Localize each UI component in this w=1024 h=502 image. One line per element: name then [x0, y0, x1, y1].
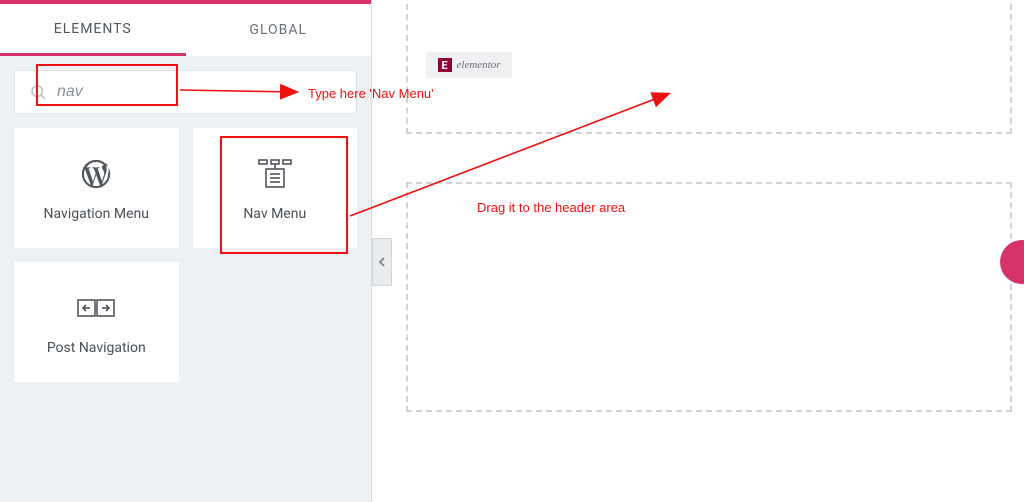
panel-collapse-button[interactable] — [372, 238, 392, 286]
widget-post-navigation[interactable]: Post Navigation — [14, 262, 179, 382]
annotation-text-drag: Drag it to the header area — [477, 200, 625, 215]
widget-label: Post Navigation — [47, 340, 146, 356]
elements-panel: ELEMENTS GLOBAL Navigation Menu — [0, 0, 372, 502]
elementor-logo-text: elementor — [457, 59, 501, 71]
widget-label: Nav Menu — [243, 206, 306, 222]
search-icon — [29, 83, 47, 101]
annotation-text-type: Type here 'Nav Menu' — [308, 86, 434, 101]
widget-navigation-menu[interactable]: Navigation Menu — [14, 128, 179, 248]
wordpress-icon — [79, 154, 113, 194]
widgets-grid: Navigation Menu Nav Menu — [14, 128, 357, 382]
widget-label: Navigation Menu — [44, 206, 149, 222]
chevron-left-icon — [377, 256, 387, 268]
tab-elements[interactable]: ELEMENTS — [0, 4, 186, 56]
elementor-logo-badge: E elementor — [426, 52, 512, 78]
post-navigation-icon — [76, 288, 116, 328]
search-widget-input[interactable] — [57, 83, 342, 101]
canvas-section-top[interactable]: E elementor — [406, 4, 1012, 134]
search-widget-wrap — [14, 70, 357, 114]
tab-global[interactable]: GLOBAL — [186, 4, 372, 56]
panel-tabs: ELEMENTS GLOBAL — [0, 4, 371, 56]
canvas-section-header[interactable] — [406, 182, 1012, 412]
elementor-logo-icon: E — [438, 58, 452, 72]
nav-menu-icon — [257, 154, 293, 194]
widget-nav-menu[interactable]: Nav Menu — [193, 128, 358, 248]
preview-canvas: E elementor — [392, 4, 1024, 502]
panel-body: Navigation Menu Nav Menu — [0, 56, 371, 396]
